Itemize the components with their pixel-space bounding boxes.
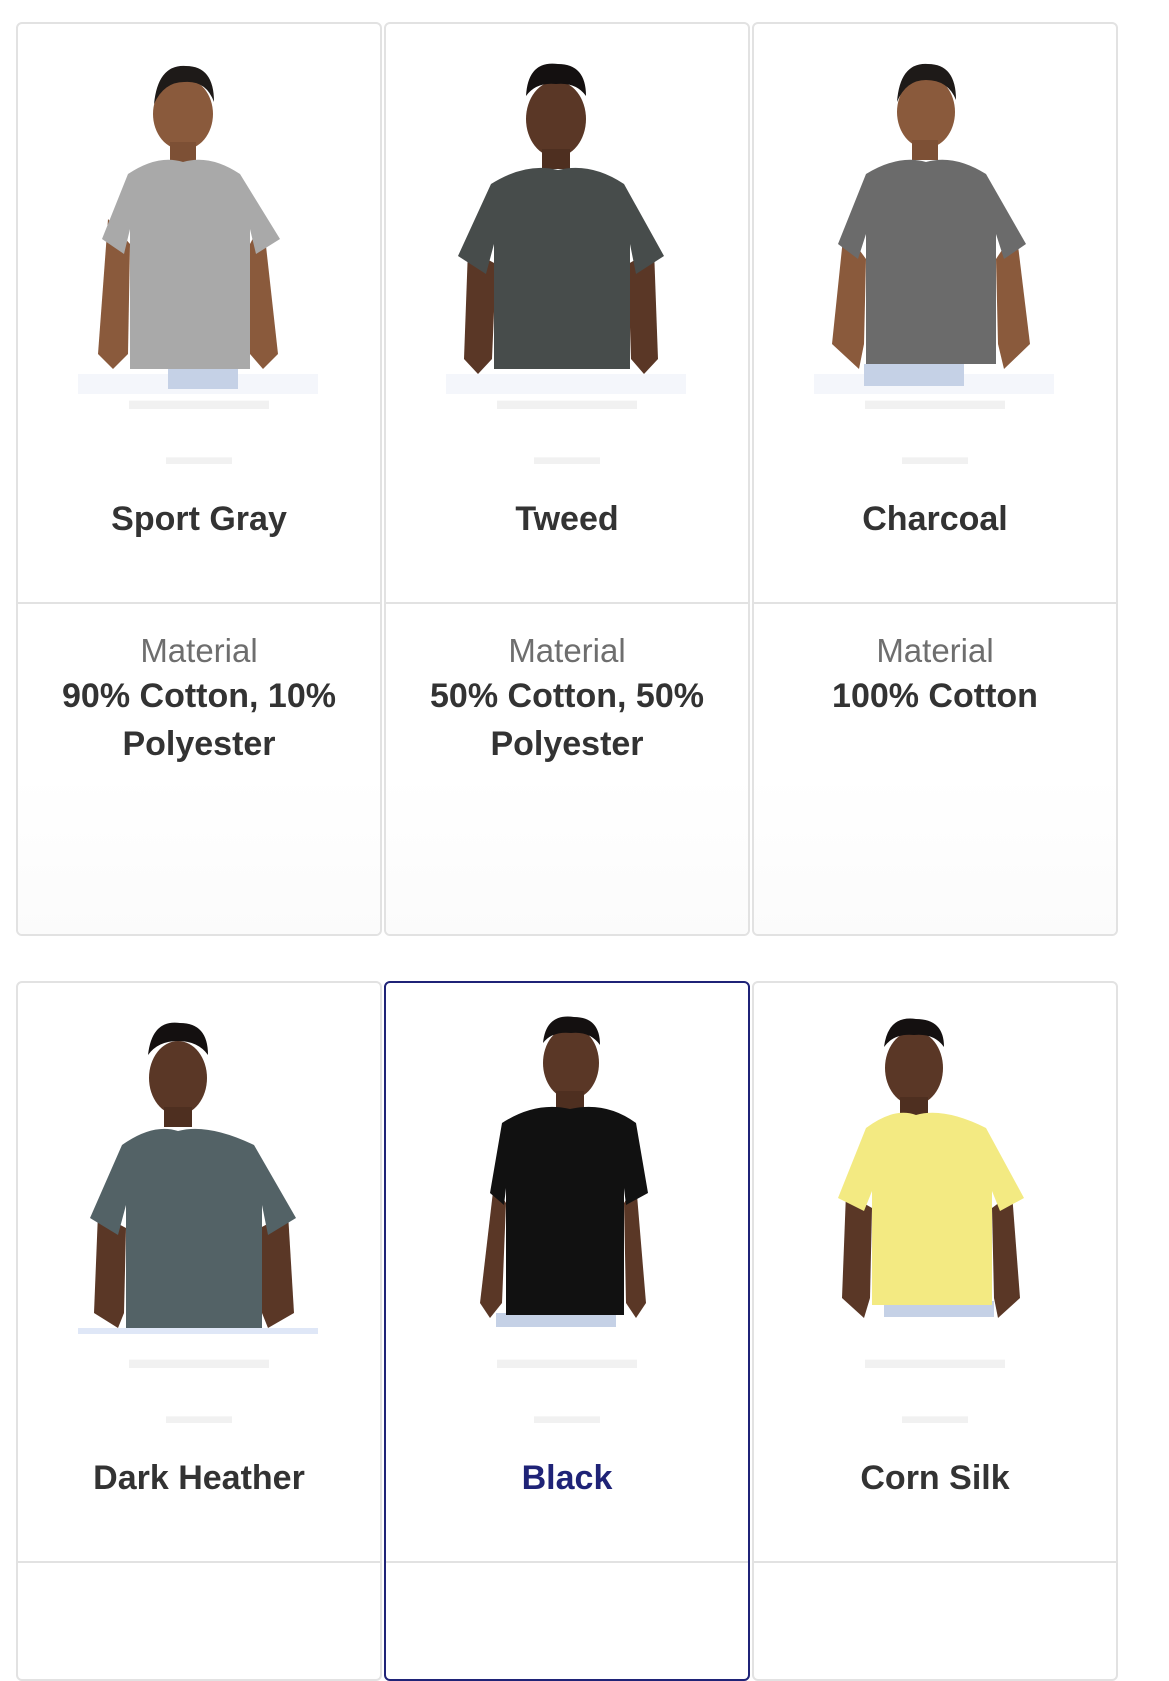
divider: [18, 602, 380, 604]
tshirt-model-image: [814, 63, 1054, 394]
tshirt-model-image: [480, 1016, 648, 1327]
faded-footer: [754, 774, 1116, 934]
material-label: Material: [508, 632, 626, 669]
faded-footer: [18, 774, 380, 934]
product-card-corn-silk[interactable]: ▬▬▬▬▬ ▬▬▬ Corn Silk: [752, 981, 1118, 1681]
product-card-tweed[interactable]: ▬▬▬▬▬ ▬▬▬ Tweed Material 50% Cotton, 50%…: [384, 22, 750, 936]
tshirt-model-image: [446, 63, 686, 394]
product-card-dark-heather[interactable]: ▬▬▬▬▬ ▬▬▬ Dark Heather: [16, 981, 382, 1681]
divider: [18, 1561, 380, 1563]
product-image: [18, 983, 380, 1383]
material-value: 50% Cotton, 50% Polyester: [430, 677, 704, 763]
product-card-black[interactable]: ▬▬▬▬▬ ▬▬▬ Black: [384, 981, 750, 1681]
tshirt-model-image: [838, 1018, 1024, 1318]
tshirt-model-image: [78, 1022, 318, 1334]
color-name: Tweed: [515, 500, 619, 538]
product-image: [386, 24, 748, 424]
divider: [754, 602, 1116, 604]
tshirt-model-image: [78, 65, 318, 394]
divider: [754, 1561, 1116, 1563]
color-name: Sport Gray: [111, 500, 287, 538]
product-image: [18, 24, 380, 424]
color-name: Black: [521, 1459, 613, 1497]
product-image: [754, 24, 1116, 424]
material-label: Material: [876, 632, 994, 669]
product-card-charcoal[interactable]: ▬▬▬▬▬ ▬▬▬ Charcoal Material 100% Cotton: [752, 22, 1118, 936]
color-name: Corn Silk: [860, 1459, 1010, 1497]
product-image: [754, 983, 1116, 1383]
material-value: 100% Cotton: [832, 677, 1038, 715]
divider: [386, 602, 748, 604]
color-name: Dark Heather: [93, 1459, 305, 1497]
product-card-sport-gray[interactable]: ▬▬▬▬▬ ▬▬▬ Sport Gray Material 90% Cotton…: [16, 22, 382, 936]
product-image: [386, 983, 748, 1383]
material-label: Material: [140, 632, 258, 669]
faded-footer: [386, 774, 748, 934]
divider: [386, 1561, 748, 1563]
color-name: Charcoal: [862, 500, 1008, 538]
material-value: 90% Cotton, 10% Polyester: [62, 677, 336, 763]
